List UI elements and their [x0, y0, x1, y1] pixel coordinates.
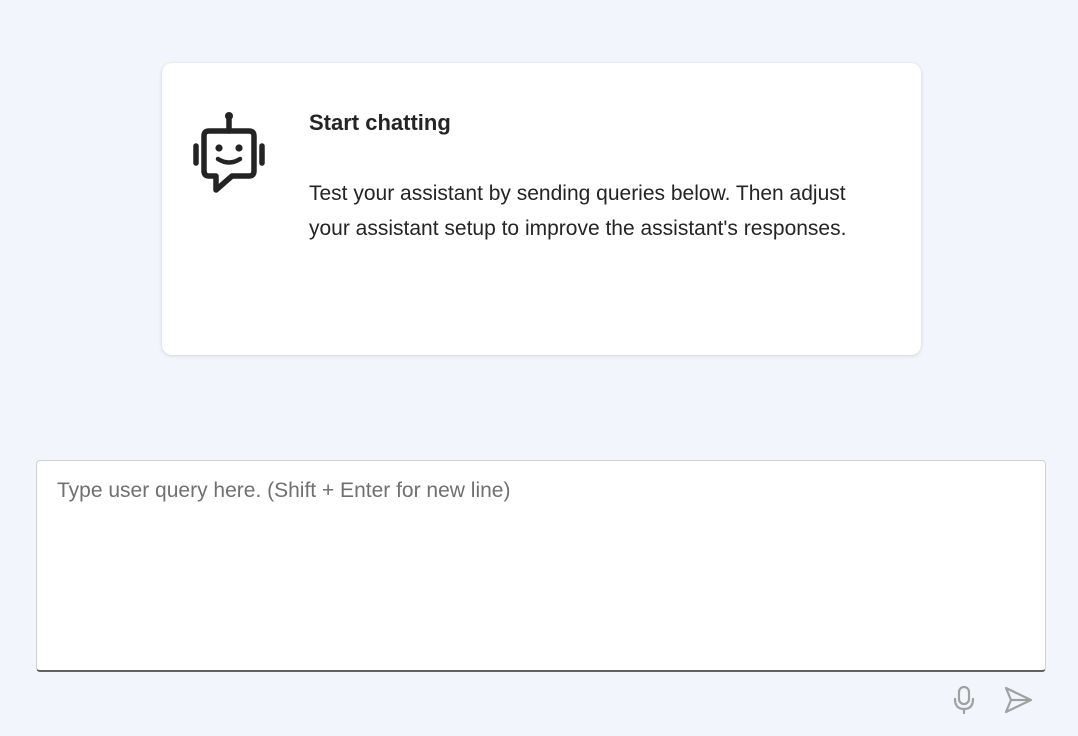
welcome-body: Test your assistant by sending queries b… [309, 182, 847, 240]
welcome-text: Start chatting Test your assistant by se… [309, 109, 889, 246]
bot-icon [193, 112, 265, 193]
welcome-title: Start chatting [309, 110, 451, 135]
microphone-icon [953, 685, 975, 715]
query-input[interactable] [37, 461, 1045, 670]
welcome-card: Start chatting Test your assistant by se… [162, 63, 921, 355]
microphone-button[interactable] [947, 683, 981, 717]
query-box[interactable] [36, 460, 1046, 672]
send-button[interactable] [1001, 683, 1035, 717]
send-icon [1004, 686, 1033, 714]
